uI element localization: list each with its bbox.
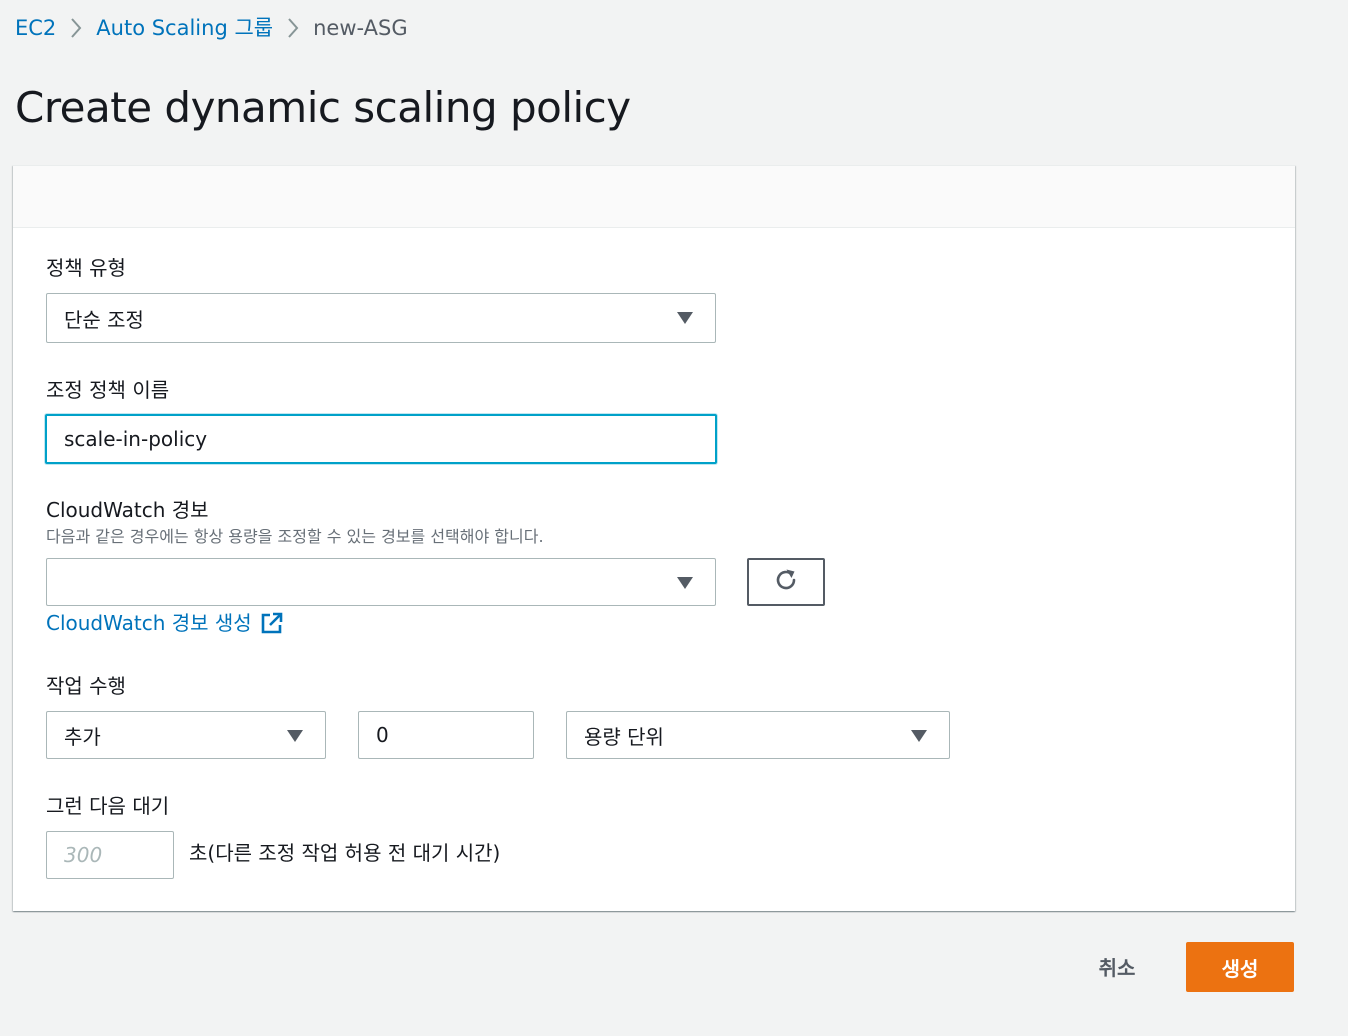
capacity-unit-value: 용량 단위 [584,724,664,749]
panel-header [13,166,1295,228]
caret-down-icon [911,730,927,742]
capacity-unit-select[interactable]: 용량 단위 [566,711,950,759]
cloudwatch-alarm-description: 다음과 같은 경우에는 항상 용량을 조정할 수 있는 경보를 선택해야 합니다… [46,527,544,546]
policy-type-value: 단순 조정 [64,307,144,332]
action-amount-input[interactable] [358,711,534,759]
policy-name-input[interactable] [45,414,717,464]
caret-down-icon [287,730,303,742]
policy-type-select[interactable]: 단순 조정 [46,293,716,343]
create-cloudwatch-alarm-link[interactable]: CloudWatch 경보 생성 [46,608,284,638]
breadcrumb: EC2 Auto Scaling 그룹 new-ASG [15,14,408,42]
create-alarm-link-label: CloudWatch 경보 생성 [46,611,252,635]
refresh-icon [772,566,800,598]
wait-seconds-input[interactable] [46,831,174,879]
external-link-icon [260,611,284,635]
breadcrumb-current: new-ASG [313,16,408,40]
caret-down-icon [677,312,693,324]
policy-type-label: 정책 유형 [46,256,126,280]
create-button[interactable]: 생성 [1186,942,1294,992]
breadcrumb-ec2-link[interactable]: EC2 [15,14,56,42]
refresh-alarms-button[interactable] [747,558,825,606]
chevron-right-icon [56,14,96,42]
wait-seconds-suffix: 초(다른 조정 작업 허용 전 대기 시간) [189,841,501,865]
cancel-button[interactable]: 취소 [1078,946,1156,986]
page-title: Create dynamic scaling policy [15,83,631,132]
chevron-right-icon [273,14,313,42]
policy-name-label: 조정 정책 이름 [46,378,170,402]
action-type-select[interactable]: 추가 [46,711,326,759]
breadcrumb-asg-link[interactable]: Auto Scaling 그룹 [96,14,273,42]
caret-down-icon [677,577,693,589]
action-type-value: 추가 [64,724,101,749]
policy-form-panel: 정책 유형 단순 조정 조정 정책 이름 CloudWatch 경보 다음과 같… [13,165,1295,911]
cloudwatch-alarm-label: CloudWatch 경보 [46,498,209,522]
cloudwatch-alarm-select[interactable] [46,558,716,606]
then-wait-label: 그런 다음 대기 [46,794,170,818]
take-action-label: 작업 수행 [46,674,126,698]
